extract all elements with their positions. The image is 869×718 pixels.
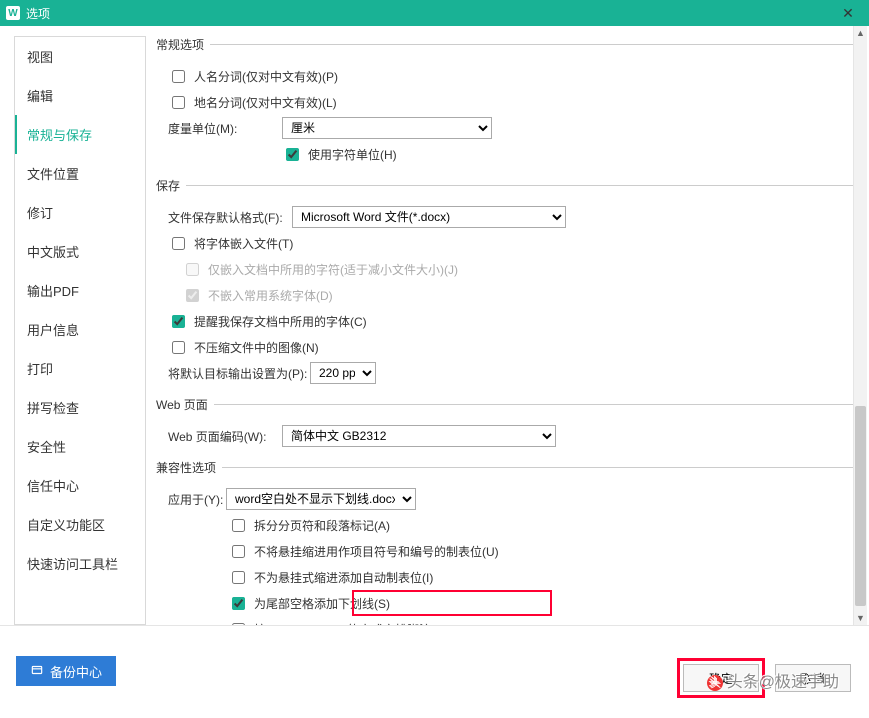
checkbox-trailing-underline[interactable]: 为尾部空格添加下划线(S) bbox=[228, 594, 390, 613]
checkbox-no-embed-sys: 不嵌入常用系统字体(D) bbox=[182, 286, 333, 305]
checkbox-char-unit[interactable]: 使用字符单位(H) bbox=[282, 145, 397, 164]
backup-center-button[interactable]: 备份中心 bbox=[16, 656, 116, 686]
format-select[interactable]: Microsoft Word 文件(*.docx) bbox=[292, 206, 566, 228]
group-general-legend: 常规选项 bbox=[156, 36, 210, 53]
apply-label: 应用于(Y): bbox=[168, 491, 226, 508]
scroll-down-icon[interactable]: ▼ bbox=[854, 611, 867, 625]
window-title: 选项 bbox=[26, 5, 833, 22]
sidebar-item-revision[interactable]: 修订 bbox=[15, 193, 145, 232]
sidebar-item-chinese-layout[interactable]: 中文版式 bbox=[15, 232, 145, 271]
ok-button[interactable]: 确定 bbox=[683, 664, 759, 692]
checkbox-embed-used-only: 仅嵌入文档中所用的字符(适于减小文件大小)(J) bbox=[182, 260, 458, 279]
group-compat-legend: 兼容性选项 bbox=[156, 459, 222, 476]
tutorial-highlight-ok: 确定 bbox=[677, 658, 765, 698]
scroll-up-icon[interactable]: ▲ bbox=[854, 26, 867, 40]
content-panel: 常规选项 人名分词(仅对中文有效)(P) 地名分词(仅对中文有效)(L) 度量单… bbox=[146, 26, 869, 625]
format-label: 文件保存默认格式(F): bbox=[168, 209, 286, 226]
sidebar-item-quick-access[interactable]: 快速访问工具栏 bbox=[15, 544, 145, 583]
checkbox-remind-fonts[interactable]: 提醒我保存文档中所用的字体(C) bbox=[168, 312, 367, 331]
ppi-label: 将默认目标输出设置为(P): bbox=[168, 365, 310, 382]
sidebar-item-edit[interactable]: 编辑 bbox=[15, 76, 145, 115]
unit-select[interactable]: 厘米 bbox=[282, 117, 492, 139]
apply-select[interactable]: word空白处不显示下划线.docx bbox=[226, 488, 416, 510]
group-web: Web 页面 Web 页面编码(W): 简体中文 GB2312 bbox=[156, 396, 853, 451]
scroll-thumb[interactable] bbox=[855, 406, 866, 606]
group-compat: 兼容性选项 应用于(Y): word空白处不显示下划线.docx 拆分分页符和段… bbox=[156, 459, 853, 625]
sidebar-item-output-pdf[interactable]: 输出PDF bbox=[15, 271, 145, 310]
unit-label: 度量单位(M): bbox=[168, 120, 276, 137]
checkbox-no-compress-img[interactable]: 不压缩文件中的图像(N) bbox=[168, 338, 319, 357]
checkbox-word6-footnote[interactable]: 按Word 6.x/95/97的方式安排脚注(O) bbox=[228, 620, 449, 626]
group-save-legend: 保存 bbox=[156, 177, 186, 194]
footer: 备份中心 确定 取消 bbox=[0, 626, 869, 716]
encoding-label: Web 页面编码(W): bbox=[168, 428, 276, 445]
group-web-legend: Web 页面 bbox=[156, 396, 214, 413]
sidebar-item-print[interactable]: 打印 bbox=[15, 349, 145, 388]
checkbox-auto-tab[interactable]: 不为悬挂式缩进添加自动制表位(I) bbox=[228, 568, 433, 587]
title-bar: W 选项 ✕ bbox=[0, 0, 869, 26]
encoding-select[interactable]: 简体中文 GB2312 bbox=[282, 425, 556, 447]
checkbox-split-break[interactable]: 拆分分页符和段落标记(A) bbox=[228, 516, 390, 535]
app-icon: W bbox=[6, 6, 20, 20]
sidebar-item-file-location[interactable]: 文件位置 bbox=[15, 154, 145, 193]
sidebar-item-user-info[interactable]: 用户信息 bbox=[15, 310, 145, 349]
group-general: 常规选项 人名分词(仅对中文有效)(P) 地名分词(仅对中文有效)(L) 度量单… bbox=[156, 36, 853, 169]
checkbox-embed-fonts[interactable]: 将字体嵌入文件(T) bbox=[168, 234, 293, 253]
group-save: 保存 文件保存默认格式(F): Microsoft Word 文件(*.docx… bbox=[156, 177, 853, 388]
close-icon[interactable]: ✕ bbox=[833, 5, 863, 22]
backup-icon bbox=[30, 663, 44, 680]
sidebar-item-general-save[interactable]: 常规与保存 bbox=[15, 115, 145, 154]
checkbox-hang-indent[interactable]: 不将悬挂缩进用作项目符号和编号的制表位(U) bbox=[228, 542, 499, 561]
scrollbar-vertical[interactable]: ▲ ▼ bbox=[853, 26, 867, 625]
sidebar-item-spellcheck[interactable]: 拼写检查 bbox=[15, 388, 145, 427]
ppi-select[interactable]: 220 ppi bbox=[310, 362, 376, 384]
sidebar-item-security[interactable]: 安全性 bbox=[15, 427, 145, 466]
sidebar-item-view[interactable]: 视图 bbox=[15, 37, 145, 76]
checkbox-place-seg[interactable]: 地名分词(仅对中文有效)(L) bbox=[168, 93, 337, 112]
sidebar-item-trust-center[interactable]: 信任中心 bbox=[15, 466, 145, 505]
checkbox-name-seg[interactable]: 人名分词(仅对中文有效)(P) bbox=[168, 67, 338, 86]
sidebar: 视图 编辑 常规与保存 文件位置 修订 中文版式 输出PDF 用户信息 打印 拼… bbox=[14, 36, 146, 625]
cancel-button[interactable]: 取消 bbox=[775, 664, 851, 692]
sidebar-item-custom-ribbon[interactable]: 自定义功能区 bbox=[15, 505, 145, 544]
